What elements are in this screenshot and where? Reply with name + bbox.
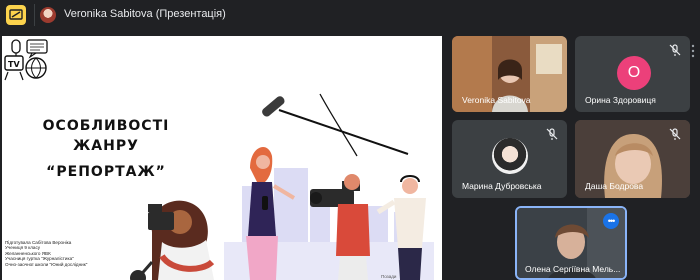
participant-tile-oryna[interactable]: О Орина Здоровиця — [575, 36, 690, 112]
present-screen-icon[interactable] — [6, 5, 26, 25]
top-divider — [34, 4, 35, 26]
speech-bubble-icon — [26, 39, 48, 59]
presentation-slide: TV ОСОБЛИВОСТІ ЖАНРУ “РЕПОРТАЖ” Підготув… — [2, 36, 442, 280]
credit-line: Очно-заочної школи "Юний дослідник" — [5, 261, 88, 267]
slide-credits: Підготувала Сабітова Вероніка Учениця 9 … — [5, 240, 115, 267]
grid-more-icon[interactable] — [690, 44, 696, 58]
participant-name: Орина Здоровиця — [585, 95, 656, 105]
presenter-avatar — [40, 7, 56, 23]
globe-icon — [25, 57, 47, 79]
tv-icon: TV — [4, 55, 24, 81]
slide-title-line2: “РЕПОРТАЖ” — [46, 164, 166, 180]
participant-tile-veronika[interactable]: Veronika Sabitova — [452, 36, 567, 112]
top-bar: Veronika Sabitova (Презентація) — [0, 0, 700, 30]
mic-off-icon — [546, 128, 558, 140]
participant-tile-olena[interactable]: ••• Олена Сергіївна Мель... — [515, 206, 627, 280]
presenter-title: Veronika Sabitova (Презентація) — [64, 8, 226, 20]
participant-name: Олена Сергіївна Мель... — [525, 264, 621, 274]
slide-title: ОСОБЛИВОСТІ ЖАНРУ “РЕПОРТАЖ” — [16, 116, 196, 182]
slide-title-line1: ОСОБЛИВОСТІ ЖАНРУ — [42, 118, 170, 154]
participant-name: Даша Бодрова — [585, 181, 644, 191]
more-options-icon[interactable]: ••• — [603, 213, 619, 229]
svg-text:TV: TV — [8, 60, 20, 69]
mic-off-icon — [669, 128, 681, 140]
participant-name: Veronika Sabitova — [462, 95, 531, 105]
camerawoman-figure — [130, 200, 215, 280]
slide-footer: Позади — [381, 274, 397, 279]
mic-off-icon — [669, 44, 681, 56]
participant-avatar: О — [617, 56, 651, 90]
participant-avatar — [492, 138, 528, 174]
participant-tile-maryna[interactable]: Марина Дубровська — [452, 120, 567, 198]
participant-tile-dasha[interactable]: Даша Бодрова — [575, 120, 690, 198]
participant-name: Марина Дубровська — [462, 181, 542, 191]
microphone-icon — [11, 39, 21, 56]
boom-mic-icon — [262, 93, 409, 157]
